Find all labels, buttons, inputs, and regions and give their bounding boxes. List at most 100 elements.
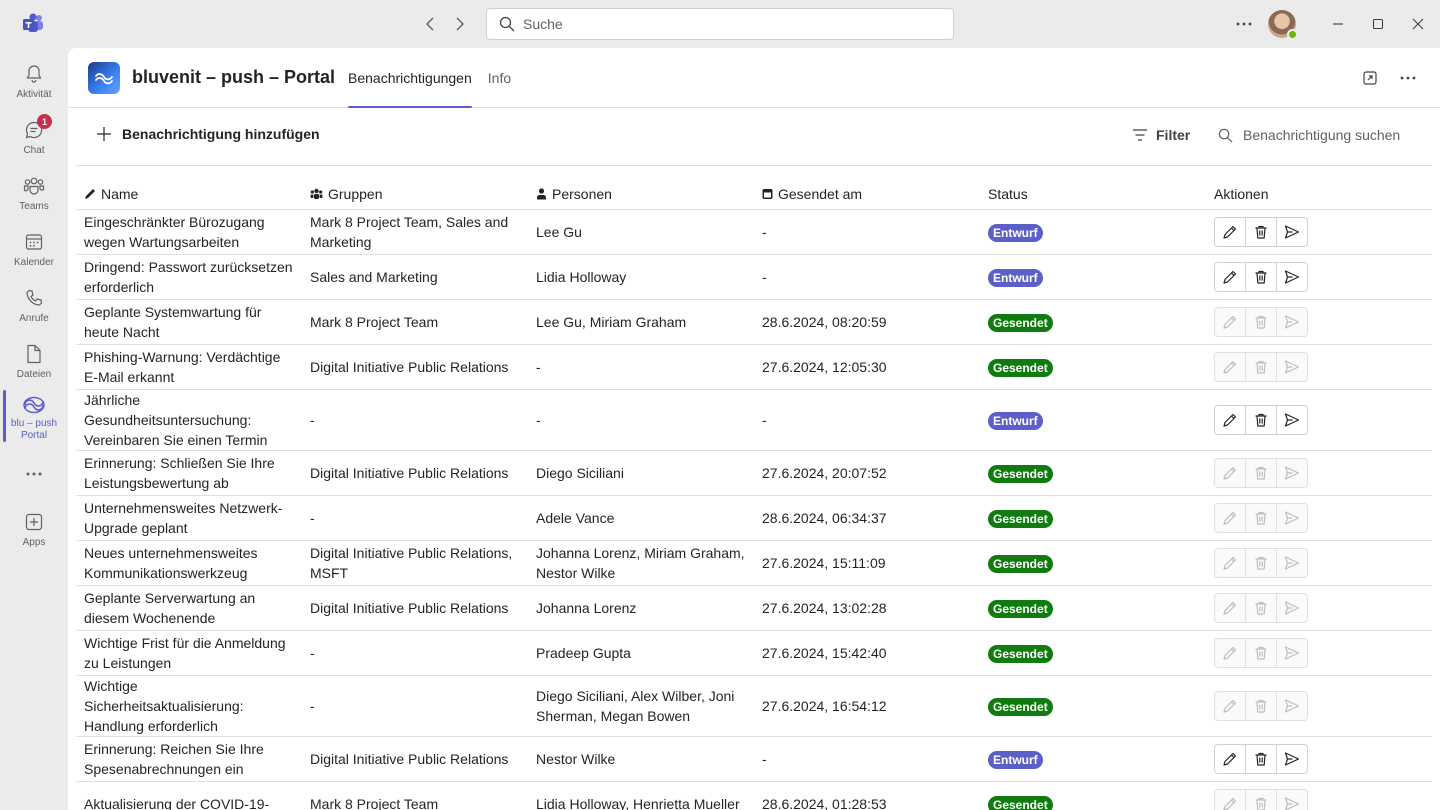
notification-search[interactable]: Benachrichtigung suchen — [1218, 127, 1400, 143]
rail-item-chat[interactable]: 1 Chat — [0, 114, 68, 166]
cell-sent: 27.6.2024, 12:05:30 — [762, 359, 887, 375]
tab-notifications[interactable]: Benachrichtigungen — [348, 48, 472, 108]
notifications-table: Name Gruppen Personen Gesendet am Status… — [76, 178, 1432, 810]
cell-name: Eingeschränkter Bürozugang wegen Wartung… — [84, 214, 265, 250]
delete-button[interactable] — [1245, 217, 1277, 247]
rail-item-calls[interactable]: Anrufe — [0, 282, 68, 334]
send-icon — [1284, 269, 1300, 285]
rail-item-calendar[interactable]: Kalender — [0, 226, 68, 278]
table-row[interactable]: Wichtige Frist für die Anmeldung zu Leis… — [76, 631, 1432, 676]
teams-logo-icon[interactable] — [22, 13, 44, 35]
cell-name: Aktualisierung der COVID-19- — [84, 796, 270, 810]
more-options-icon[interactable] — [1396, 66, 1420, 90]
edit-button — [1214, 352, 1246, 382]
delete-button[interactable] — [1245, 262, 1277, 292]
send-button[interactable] — [1276, 744, 1308, 774]
table-row[interactable]: Neues unternehmensweites Kommunikationsw… — [76, 541, 1432, 586]
rail-item-apps[interactable]: Apps — [0, 506, 68, 558]
send-button[interactable] — [1276, 217, 1308, 247]
rail-item-label: Aktivität — [16, 89, 52, 100]
column-header-name[interactable]: Name — [76, 186, 302, 202]
global-search-input[interactable] — [523, 16, 923, 32]
send-button[interactable] — [1276, 262, 1308, 292]
add-notification-button[interactable]: Benachrichtigung hinzufügen — [96, 126, 320, 142]
cell-status: Gesendet — [980, 696, 1206, 716]
maximize-icon[interactable] — [1358, 0, 1398, 48]
column-header-status[interactable]: Status — [980, 186, 1206, 202]
pencil-icon — [1222, 465, 1238, 481]
status-badge: Gesendet — [988, 359, 1053, 377]
column-header-persons[interactable]: Personen — [528, 186, 754, 202]
cell-status: Gesendet — [980, 508, 1206, 528]
cell-name: Jährliche Gesundheitsuntersuchung: Verei… — [84, 392, 268, 448]
edit-button — [1214, 593, 1246, 623]
cell-sent: 27.6.2024, 16:54:12 — [762, 698, 887, 714]
table-row[interactable]: Jährliche Gesundheitsuntersuchung: Verei… — [76, 390, 1432, 451]
app-rail: Aktivität 1 Chat Teams Kalender Anrufe D… — [0, 48, 68, 810]
popout-icon[interactable] — [1358, 66, 1382, 90]
rail-more[interactable] — [0, 458, 68, 486]
table-row[interactable]: Erinnerung: Schließen Sie Ihre Leistungs… — [76, 451, 1432, 496]
row-actions — [1214, 691, 1432, 721]
delete-button[interactable] — [1245, 405, 1277, 435]
table-row[interactable]: Phishing-Warnung: Verdächtige E-Mail erk… — [76, 345, 1432, 390]
search-icon — [1218, 128, 1233, 142]
more-icon[interactable] — [1228, 8, 1260, 40]
chat-unread-badge: 1 — [37, 114, 52, 129]
row-actions — [1214, 638, 1432, 668]
table-row[interactable]: Eingeschränkter Bürozugang wegen Wartung… — [76, 210, 1432, 255]
delete-button — [1245, 789, 1277, 810]
cell-actions — [1206, 307, 1432, 337]
back-arrow-icon[interactable] — [418, 12, 442, 36]
rail-item-files[interactable]: Dateien — [0, 338, 68, 390]
table-row[interactable]: Dringend: Passwort zurücksetzen erforder… — [76, 255, 1432, 300]
cell-persons: Adele Vance — [536, 510, 615, 526]
trash-icon — [1253, 269, 1269, 285]
cell-actions — [1206, 405, 1432, 435]
edit-button[interactable] — [1214, 405, 1246, 435]
table-header: Name Gruppen Personen Gesendet am Status… — [76, 178, 1432, 210]
close-icon[interactable] — [1398, 0, 1438, 48]
edit-button — [1214, 789, 1246, 810]
tab-info[interactable]: Info — [488, 48, 511, 108]
cell-persons: Lee Gu, Miriam Graham — [536, 314, 687, 330]
history-nav — [418, 12, 472, 36]
send-button[interactable] — [1276, 405, 1308, 435]
delete-button[interactable] — [1245, 744, 1277, 774]
bell-icon — [22, 62, 46, 86]
table-row[interactable]: Aktualisierung der COVID-19- Mark 8 Proje… — [76, 782, 1432, 810]
table-row[interactable]: Wichtige Sicherheitsaktualisierung: Hand… — [76, 676, 1432, 737]
send-button — [1276, 352, 1308, 382]
cell-name: Erinnerung: Schließen Sie Ihre Leistungs… — [84, 455, 275, 491]
row-actions — [1214, 262, 1432, 292]
send-button — [1276, 503, 1308, 533]
trash-icon — [1253, 555, 1269, 571]
edit-button[interactable] — [1214, 262, 1246, 292]
edit-button[interactable] — [1214, 217, 1246, 247]
column-header-actions: Aktionen — [1214, 185, 1269, 202]
forward-arrow-icon[interactable] — [448, 12, 472, 36]
column-header-sent[interactable]: Gesendet am — [754, 186, 980, 202]
send-icon — [1284, 698, 1300, 714]
edit-button[interactable] — [1214, 744, 1246, 774]
filter-label: Filter — [1156, 127, 1191, 143]
table-row[interactable]: Geplante Serverwartung an diesem Wochene… — [76, 586, 1432, 631]
table-row[interactable]: Unternehmensweites Netzwerk-Upgrade gepl… — [76, 496, 1432, 541]
status-badge: Gesendet — [988, 555, 1053, 573]
app-tabs: Benachrichtigungen Info — [348, 48, 527, 108]
avatar[interactable] — [1268, 10, 1298, 40]
notification-search-placeholder[interactable]: Benachrichtigung suchen — [1243, 127, 1400, 143]
rail-item-teams[interactable]: Teams — [0, 170, 68, 222]
column-header-groups[interactable]: Gruppen — [302, 186, 528, 202]
table-row[interactable]: Geplante Systemwartung für heute Nacht Ma… — [76, 300, 1432, 345]
rail-item-label: blu – push Portal — [10, 418, 58, 441]
phone-icon — [22, 286, 46, 310]
table-row[interactable]: Erinnerung: Reichen Sie Ihre Spesenabrec… — [76, 737, 1432, 782]
minimize-icon[interactable] — [1318, 0, 1358, 48]
rail-item-activity[interactable]: Aktivität — [0, 58, 68, 110]
rail-item-blu-push-portal[interactable]: blu – push Portal — [0, 390, 68, 442]
cell-actions — [1206, 691, 1432, 721]
pencil-icon — [1222, 698, 1238, 714]
global-search[interactable] — [486, 8, 954, 40]
filter-button[interactable]: Filter — [1132, 127, 1190, 143]
